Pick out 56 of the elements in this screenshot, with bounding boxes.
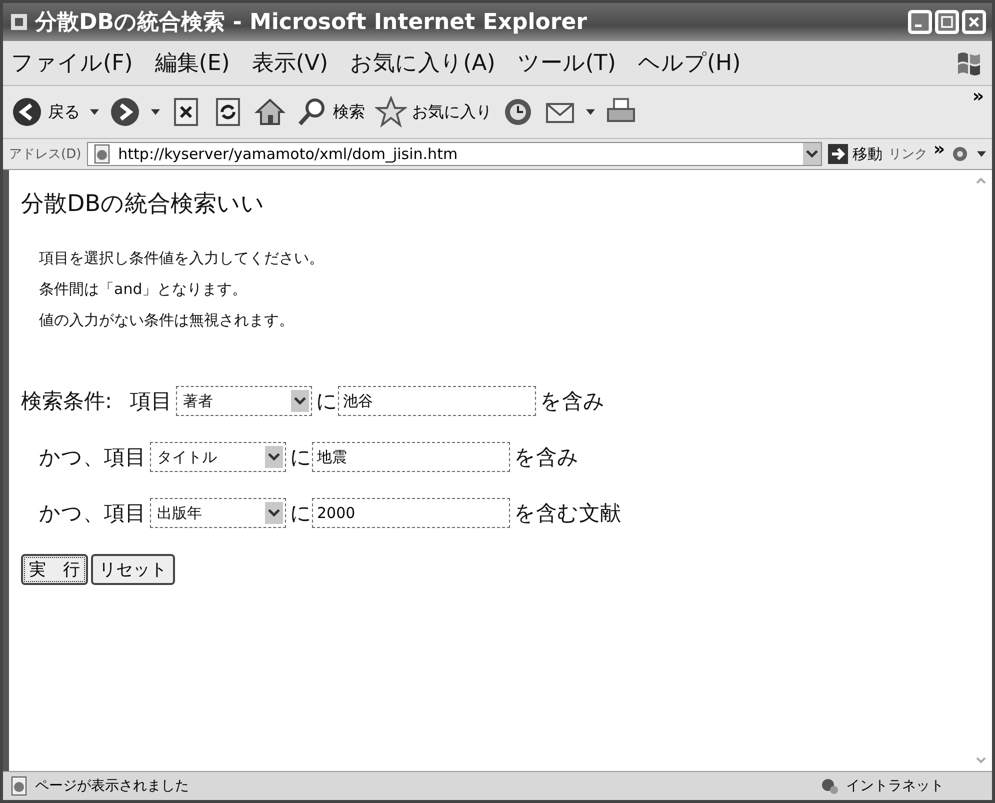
minimize-icon[interactable] (908, 10, 932, 34)
submit-button[interactable]: 実 行 (21, 554, 88, 585)
menu-item[interactable]: 表示(V) (252, 48, 328, 78)
address-field[interactable]: http://kyserver/yamamoto/xml/dom_jisin.htm (87, 142, 822, 166)
caret-icon[interactable] (977, 151, 986, 157)
zone-text: イントラネット (846, 777, 945, 795)
item-label: 項目 (130, 388, 172, 415)
search-button[interactable]: 検索 (296, 96, 365, 128)
particle-text: に (290, 444, 312, 471)
star-icon (375, 96, 407, 128)
close-icon[interactable] (962, 10, 986, 34)
go-button[interactable]: 移動 (828, 144, 882, 164)
history-icon[interactable] (502, 96, 534, 128)
links-label[interactable]: リンク (888, 145, 928, 163)
value-input[interactable]: 2000 (312, 498, 510, 528)
window-title: 分散DBの統合検索 - Microsoft Internet Explorer (35, 9, 588, 37)
suffix-text: を含み (514, 444, 579, 471)
status-text: ページが表示されました (35, 777, 190, 795)
maximize-icon[interactable] (935, 10, 959, 34)
search-condition-label: 検索条件: (21, 388, 112, 415)
network-icon (820, 776, 840, 796)
field-select[interactable]: 著者 (176, 386, 312, 416)
menu-item[interactable]: ファイル(F) (11, 48, 133, 78)
app-icon (9, 12, 29, 32)
back-icon (11, 96, 43, 128)
page-heading: 分散DBの統合検索いい (21, 190, 266, 219)
instruction-text: 値の入力がない条件は無視されます。 (39, 311, 295, 330)
page-icon (9, 776, 29, 796)
menu-item[interactable]: ツール(T) (517, 48, 616, 78)
menu-item[interactable]: お気に入り(A) (350, 48, 496, 78)
field-select[interactable]: 出版年 (150, 498, 286, 528)
links-overflow[interactable]: » (933, 139, 945, 160)
toolbar-overflow[interactable]: » (972, 86, 984, 107)
suffix-text: を含む文献 (514, 500, 621, 527)
forward-icon[interactable] (109, 96, 141, 128)
caret-icon[interactable] (586, 109, 595, 115)
back-button[interactable]: 戻る (11, 96, 80, 128)
caret-icon[interactable] (151, 109, 160, 115)
home-icon[interactable] (254, 96, 286, 128)
favorites-button[interactable]: お気に入り (375, 96, 492, 128)
page-icon (92, 144, 112, 164)
value-input[interactable]: 地震 (312, 442, 510, 472)
value-input[interactable]: 池谷 (338, 386, 536, 416)
particle-text: に (316, 388, 338, 415)
suffix-text: を含み (540, 388, 606, 415)
item-label: かつ、項目 (39, 444, 146, 471)
particle-text: に (290, 500, 312, 527)
instruction-text: 条件間は「and」となります。 (39, 280, 248, 299)
reset-button[interactable]: リセット (91, 554, 175, 585)
menu-item[interactable]: ヘルプ(H) (638, 48, 741, 78)
address-label: アドレス(D) (9, 146, 82, 163)
caret-icon[interactable] (90, 109, 99, 115)
menu-item[interactable]: 編集(E) (154, 48, 230, 78)
field-select[interactable]: タイトル (150, 442, 286, 472)
item-label: かつ、項目 (39, 500, 146, 527)
instruction-text: 項目を選択し条件値を入力してください。 (39, 249, 325, 268)
